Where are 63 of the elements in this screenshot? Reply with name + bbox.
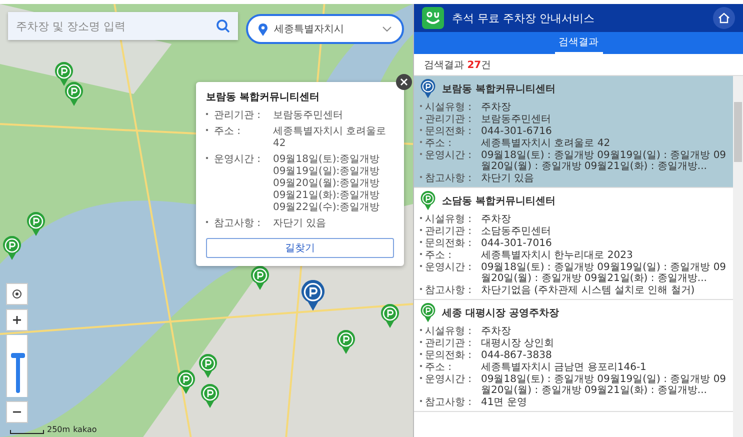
- field-label: 운영시간 :: [425, 150, 473, 161]
- field-label: 주소 :: [214, 126, 242, 138]
- field-label: 시설유형 :: [425, 102, 473, 113]
- field-value: 세종특별자치시 한누리대로 2023: [481, 250, 634, 261]
- field-value: 09월18일(토) : 종일개방 09월19일(일) : 종일개방 09월20일(월) : 종일개방 09월21일(화) : 종일개방...: [481, 262, 727, 284]
- field-label: 시설유형 :: [425, 214, 473, 225]
- field-label: 주소 :: [425, 138, 453, 149]
- field-value: 41면 운영: [481, 397, 528, 408]
- field-value: 044-301-6716: [481, 126, 553, 137]
- field-value: 주차장: [481, 214, 512, 225]
- field-value: 09월19일(일):종일개방: [273, 166, 380, 178]
- field-label: 문의전화 :: [425, 350, 473, 361]
- field-label: 운영시간 :: [214, 154, 262, 166]
- field-label: 관리기관 :: [425, 114, 473, 125]
- field-value: 09월21일(화):종일개방: [273, 190, 380, 202]
- field-value: 소담동주민센터: [481, 226, 552, 237]
- field-label: 참고사항 :: [425, 397, 473, 408]
- field-value: 차단기 있음: [481, 173, 536, 184]
- result-title: 세종 대평시장 공영주차장: [442, 307, 559, 320]
- field-value: 세종특별자치시 금남면 용포리146-1: [481, 362, 648, 373]
- scale-label: 250m: [47, 425, 70, 434]
- field-label: 문의전화 :: [425, 238, 473, 249]
- field-value: 09월18일(토) : 종일개방 09월19일(일) : 종일개방 09월20일(월) : 종일개방 09월21일(화) : 종일개방...: [481, 150, 727, 172]
- field-value: 세종특별자치시 호려울로 42: [273, 126, 388, 150]
- field-value: 09월20일(월):종일개방: [273, 178, 380, 190]
- field-value: 044-867-3838: [481, 350, 553, 361]
- popup-title: 보람동 복합커뮤니티센터: [206, 91, 320, 104]
- field-label: 관리기관 :: [425, 226, 473, 237]
- directions-button[interactable]: 길찾기: [206, 238, 394, 258]
- field-value: 09월18일(토) : 종일개방 09월19일(일) : 종일개방 09월20일(월) : 종일개방 09월21일(화) : 종일개방...: [481, 374, 727, 396]
- panel-title: 추석 무료 주차장 안내서비스: [452, 10, 596, 26]
- field-label: 시설유형 :: [425, 326, 473, 337]
- field-value: 자단기 있음: [273, 218, 326, 230]
- field-label: 참고사항 :: [425, 173, 473, 184]
- field-value: 09월22일(수):종일개방: [273, 202, 380, 214]
- field-value: 044-301-7016: [481, 238, 553, 249]
- field-label: 문의전화 :: [425, 126, 473, 137]
- field-label: 참고사항 :: [425, 285, 473, 296]
- result-item[interactable]: 보람동 복합커뮤니티센터 시설유형 : 주차장 관리기관 : 보람동주민센터 문의전화 : 044-301-6716 주소 : 세종특별자치시 호려울로 42 운영시간 : 09월18일(토) : 종일개방 09월19일(일) : 종일개방 09월20일(월) : 종일개방 09월21일(화) : 종일개방... 참고사항 : 차단기 있음: [414, 76, 733, 188]
- field-label: 참고사항 :: [214, 218, 262, 230]
- field-value: 주차장: [481, 326, 512, 337]
- field-label: 운영시간 :: [425, 262, 473, 273]
- field-value: 보람동주민센터: [481, 114, 552, 125]
- result-count: 검색결과 27건: [424, 58, 492, 72]
- map-attribution: kakao: [73, 425, 97, 434]
- tab[interactable]: 검색결과: [554, 32, 602, 54]
- result-title: 보람동 복합커뮤니티센터: [442, 83, 556, 96]
- field-label: 관리기관 :: [214, 110, 262, 122]
- field-label: 운영시간 :: [425, 374, 473, 385]
- field-value: 대평시장 상인회: [481, 338, 556, 349]
- result-item[interactable]: 소담동 복합커뮤니티센터 시설유형 : 주차장 관리기관 : 소담동주민센터 문의전화 : 044-301-7016 주소 : 세종특별자치시 한누리대로 2023 운영시간 : 09월18일(토) : 종일개방 09월19일(일) : 종일개방 09월20일(월) : 종일개방 09월21일(화) : 종일개방... 참고사항 : 차단기없음 (주차관제 시스템 설치로 인해 철거): [414, 188, 733, 300]
- field-label: 주소 :: [425, 362, 453, 373]
- field-value: 세종특별자치시 호려울로 42: [481, 138, 612, 149]
- result-item[interactable]: 세종 대평시장 공영주차장 시설유형 : 주차장 관리기관 : 대평시장 상인회 문의전화 : 044-867-3838 주소 : 세종특별자치시 금남면 용포리146-1 운영시간 : 09월18일(토) : 종일개방 09월19일(일) : 종일개방 09월20일(월) : 종일개방 09월21일(화) : 종일개방... 참고사항 : 41면 운영: [414, 300, 733, 412]
- field-value: 주차장: [481, 102, 512, 113]
- field-label: 주소 :: [425, 250, 453, 261]
- search-field[interactable]: 주차장 및 장소명 입력: [8, 12, 238, 40]
- result-title: 소담동 복합커뮤니티센터: [442, 195, 556, 208]
- field-label: 관리기관 :: [425, 338, 473, 349]
- region-dropdown[interactable]: 세종특별자치시: [246, 14, 404, 44]
- field-value: 09월18일(토):종일개방: [273, 154, 380, 166]
- field-value: 차단기없음 (주차관제 시스템 설치로 인해 철거): [481, 285, 696, 296]
- field-value: 보람동주민센터: [273, 110, 343, 122]
